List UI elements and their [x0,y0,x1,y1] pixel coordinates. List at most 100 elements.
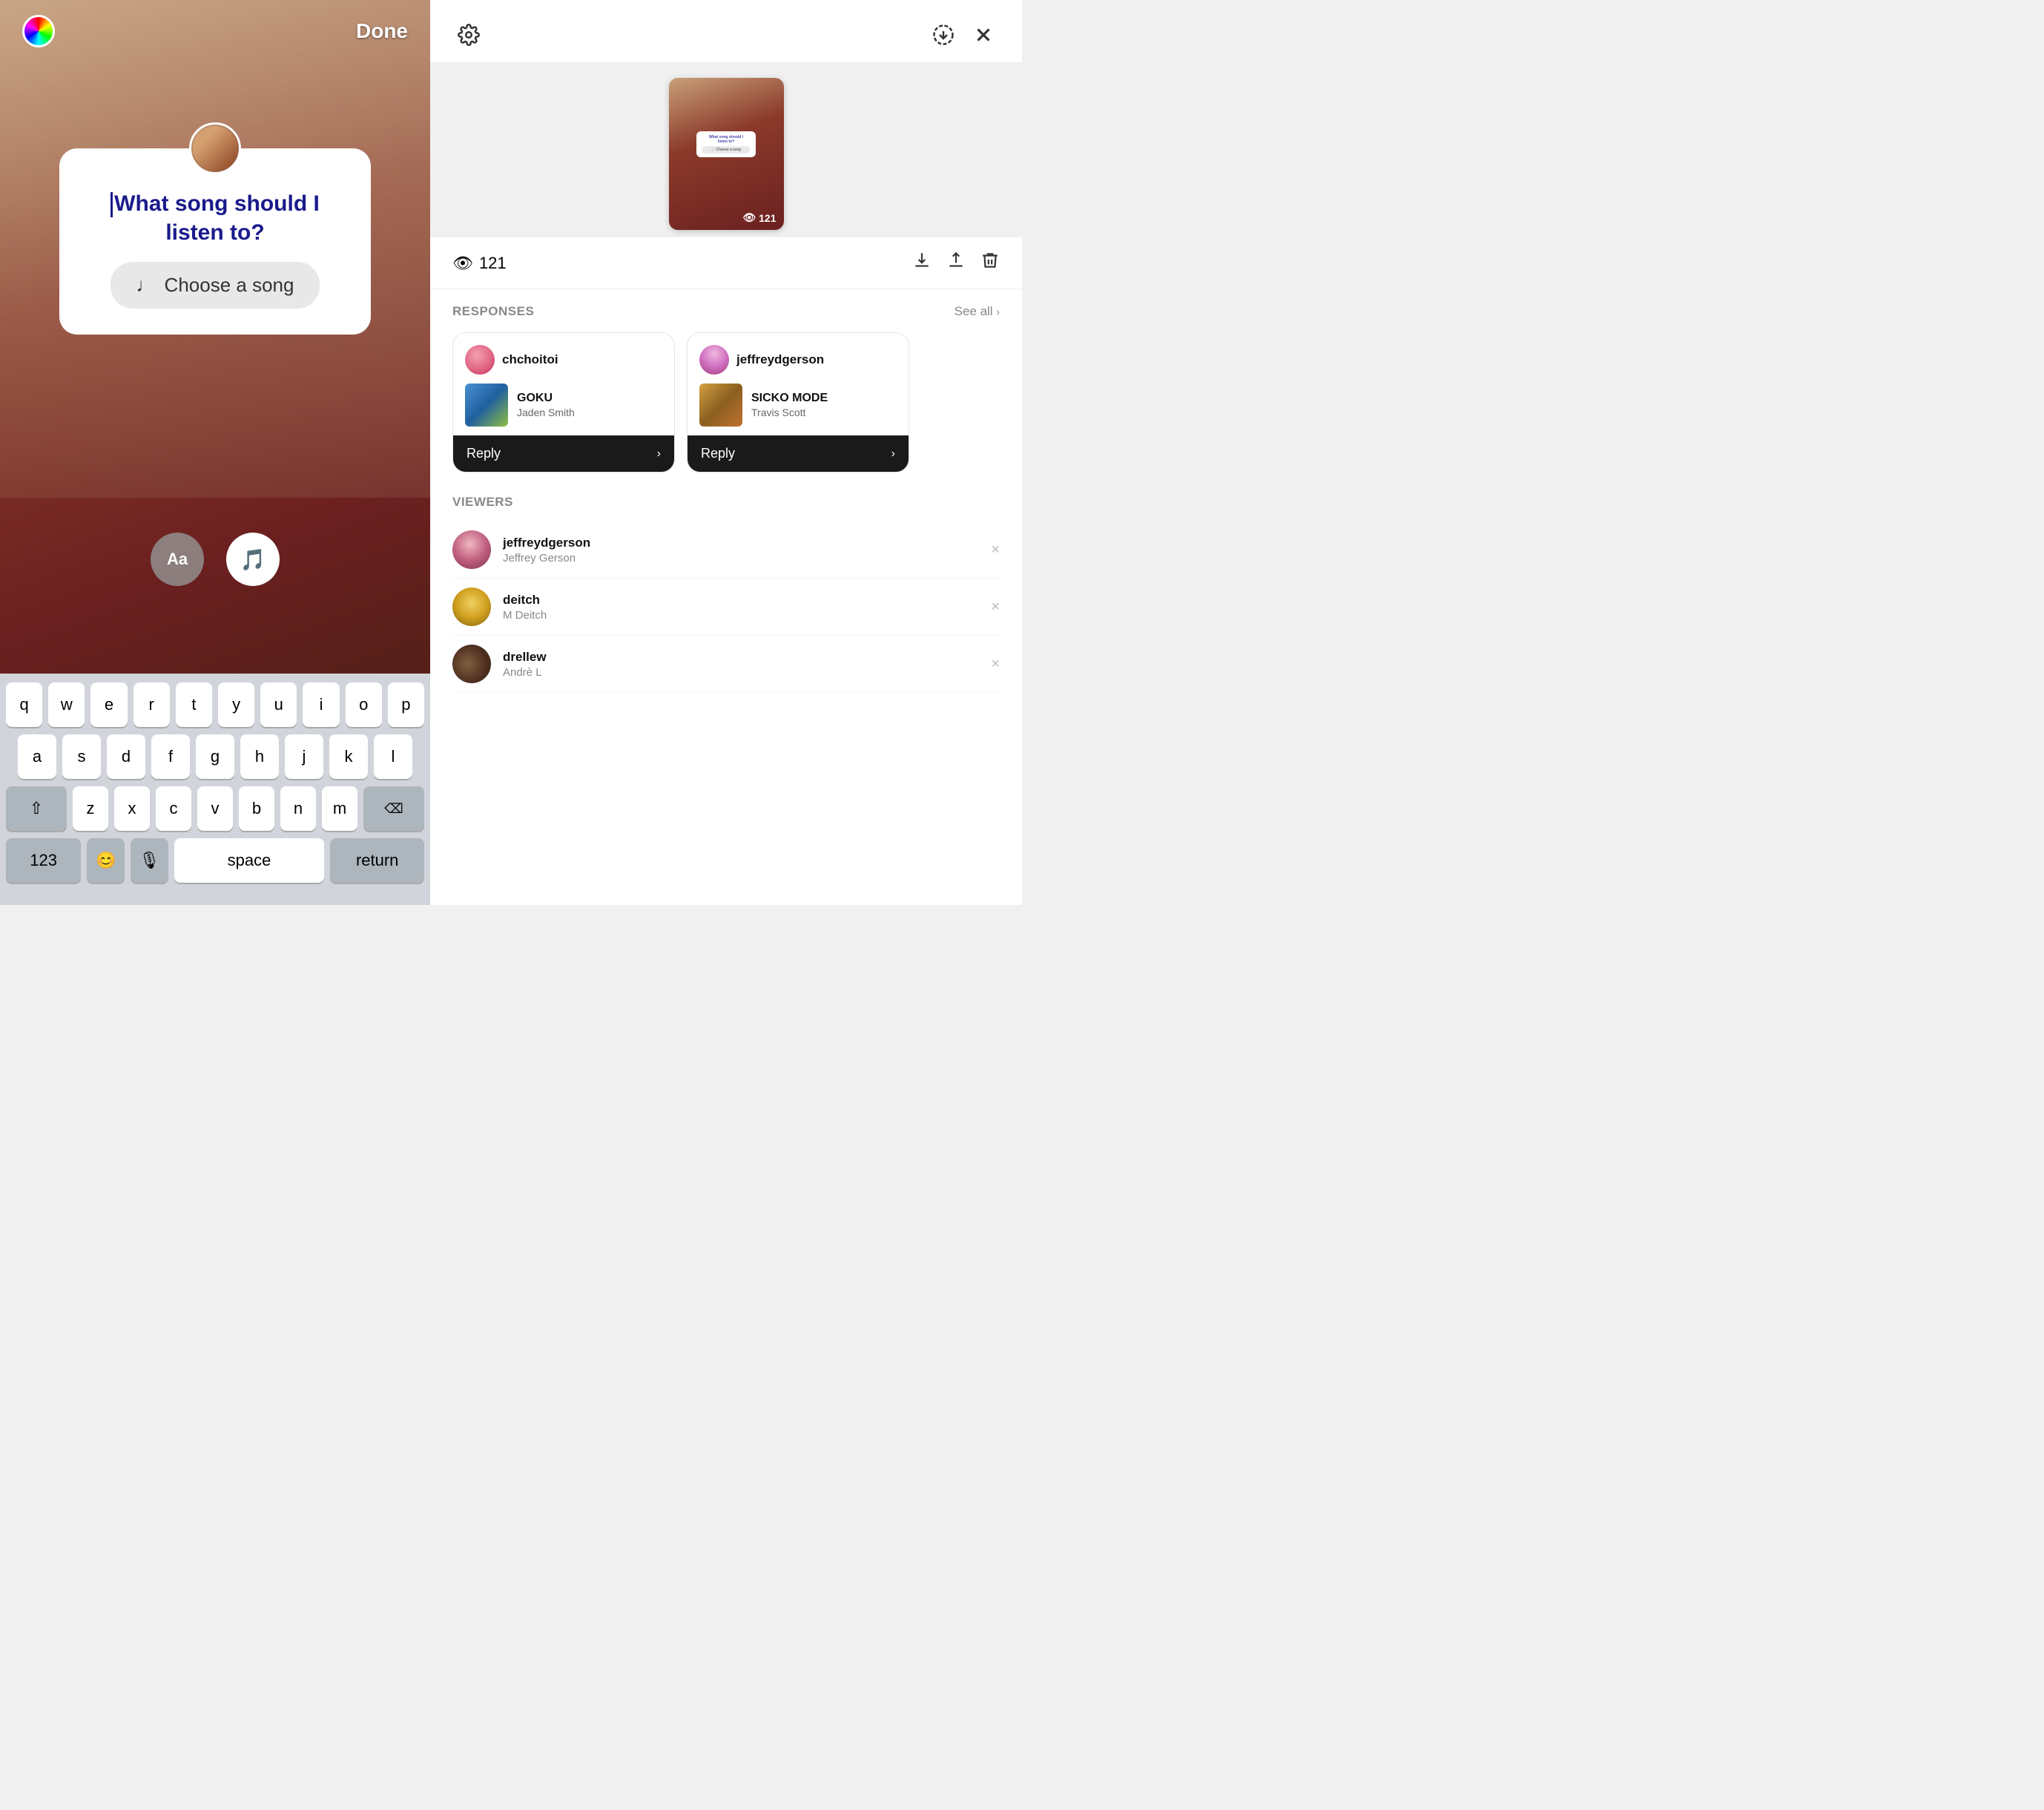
key-return[interactable]: return [330,838,424,883]
song-title-1: GOKU [517,392,575,405]
viewer-item-3: drellew Andrè L × [452,636,1000,693]
story-editor-panel: Done What song should I listen to? ♩ Cho… [0,0,430,905]
keyboard-row-3: ⇧ z x c v b n m ⌫ [6,786,424,831]
key-w[interactable]: w [48,682,85,727]
key-h[interactable]: h [240,734,279,779]
song-info-1: GOKU Jaden Smith [517,392,575,418]
key-a[interactable]: a [18,734,56,779]
done-button[interactable]: Done [356,19,408,43]
key-g[interactable]: g [196,734,234,779]
response-card-2: jeffreydgerson SICKO MODE Travis Scott R… [687,332,909,473]
key-k[interactable]: k [329,734,368,779]
key-m[interactable]: m [322,786,357,831]
key-y[interactable]: y [218,682,254,727]
key-p[interactable]: p [388,682,424,727]
key-space[interactable]: space [174,838,325,883]
key-shift[interactable]: ⇧ [6,786,67,831]
response-card-2-top: jeffreydgerson SICKO MODE Travis Scott [688,333,909,435]
reply-chevron-2: › [891,447,895,461]
key-t[interactable]: t [176,682,212,727]
trash-icon [980,251,1000,270]
key-backspace[interactable]: ⌫ [363,786,424,831]
key-x[interactable]: x [114,786,150,831]
views-count: 👁 121 [452,254,507,273]
key-emoji[interactable]: 😊 [87,838,125,883]
eye-icon: 👁 [452,254,473,273]
key-u[interactable]: u [260,682,297,727]
settings-button[interactable] [452,19,485,51]
key-q[interactable]: q [6,682,42,727]
song-title-2: SICKO MODE [751,392,828,405]
response-song-2: SICKO MODE Travis Scott [699,384,897,427]
story-action-icons [912,251,1000,275]
viewer-avatar-1 [452,530,491,569]
reply-button-1[interactable]: Reply › [453,435,674,472]
key-c[interactable]: c [156,786,191,831]
key-mic[interactable]: 🎙 [131,838,168,883]
key-123[interactable]: 123 [6,838,81,883]
viewer-close-1[interactable]: × [991,542,1000,559]
top-action-icons [927,19,1000,51]
viewer-left-1: jeffreydgerson Jeffrey Gerson [452,530,590,569]
delete-button[interactable] [980,251,1000,275]
download-story-button[interactable] [927,19,960,51]
song-art-2 [699,384,742,427]
key-f[interactable]: f [151,734,190,779]
share-icon [946,251,966,270]
song-artist-1: Jaden Smith [517,407,575,418]
key-j[interactable]: j [285,734,323,779]
reply-button-2[interactable]: Reply › [688,435,909,472]
download-circle-icon [932,24,955,46]
text-tool-button[interactable]: Aa [151,533,204,586]
keyboard: q w e r t y u i o p a s d f g h j k l ⇧ … [0,674,430,905]
eye-icon-small: 👁 [742,211,756,224]
key-b[interactable]: b [239,786,274,831]
download-button[interactable] [912,251,932,275]
responses-header: RESPONSES See all › [452,304,1000,319]
response-avatar-2 [699,345,729,375]
keyboard-row-2: a s d f g h j k l [6,734,424,779]
insights-top-bar [430,0,1022,63]
key-z[interactable]: z [73,786,108,831]
stats-bar: 👁 121 [430,237,1022,289]
key-l[interactable]: l [374,734,412,779]
key-n[interactable]: n [280,786,316,831]
response-cards-container: chchoitoi GOKU Jaden Smith Reply › [452,332,1000,473]
story-preview-card[interactable]: What song should Ilisten to? ♩ Choose a … [669,78,784,230]
viewer-avatar-2 [452,588,491,626]
responses-section: RESPONSES See all › chchoitoi GOKU [430,289,1022,480]
avatar-image [193,126,237,171]
music-note-icon: ♩ [136,274,156,297]
color-wheel-icon[interactable] [22,15,55,47]
key-r[interactable]: r [133,682,170,727]
key-s[interactable]: s [62,734,101,779]
download-icon [912,251,932,270]
choose-song-button[interactable]: ♩ Choose a song [111,262,320,309]
share-button[interactable] [946,251,966,275]
see-all-button[interactable]: See all › [955,304,1000,319]
viewer-fullname-3: Andrè L [503,666,547,679]
key-d[interactable]: d [107,734,145,779]
viewer-info-1: jeffreydgerson Jeffrey Gerson [503,536,590,565]
key-v[interactable]: v [197,786,233,831]
key-i[interactable]: i [303,682,339,727]
viewer-close-2[interactable]: × [991,599,1000,616]
viewer-item-1: jeffreydgerson Jeffrey Gerson × [452,521,1000,579]
viewer-close-3[interactable]: × [991,656,1000,673]
key-o[interactable]: o [346,682,382,727]
sticker-question-text: What song should I listen to? [85,189,345,247]
viewer-fullname-2: M Deitch [503,609,547,622]
response-user-1: chchoitoi [465,345,662,375]
story-preview-area: What song should Ilisten to? ♩ Choose a … [430,63,1022,237]
close-button[interactable] [967,19,1000,51]
response-card-1-top: chchoitoi GOKU Jaden Smith [453,333,674,435]
key-e[interactable]: e [90,682,127,727]
music-tool-button[interactable]: 🎵 [226,533,280,586]
sticker-avatar [189,122,241,174]
close-icon [972,24,995,46]
responses-title: RESPONSES [452,304,534,319]
viewers-title: VIEWERS [452,495,1000,510]
preview-views-count: 👁 121 [742,211,776,224]
viewer-username-2: deitch [503,593,547,608]
text-cursor [111,192,113,217]
